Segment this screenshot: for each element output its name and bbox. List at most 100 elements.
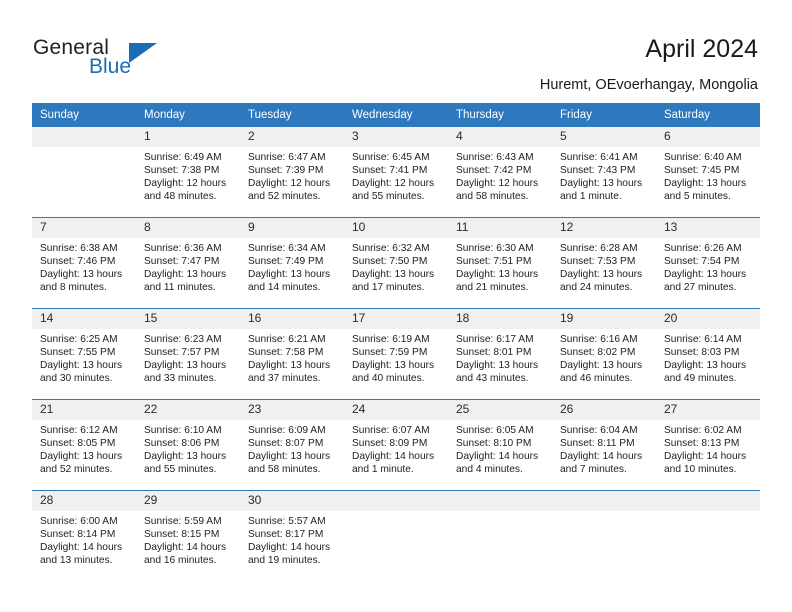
calendar-day-cell[interactable]: 4 Sunrise: 6:43 AM Sunset: 7:42 PM Daylight… [448,126,552,218]
sunset-time: Sunset: 7:47 PM [144,256,220,268]
day-number: 2 [240,127,344,147]
day-number [32,127,136,147]
daylight-duration: and 5 minutes. [664,191,731,203]
calendar-day-cell[interactable]: 27 Sunrise: 6:02 AM Sunset: 8:13 PM Dayligh… [656,399,760,491]
daylight-duration: Daylight: 14 hours [248,542,331,554]
day-number: 29 [136,491,240,511]
calendar-day-cell[interactable]: 21 Sunrise: 6:12 AM Sunset: 8:05 PM Dayligh… [32,399,136,491]
daylight-duration: and 55 minutes. [144,464,217,476]
sunset-time: Sunset: 7:53 PM [560,256,636,268]
daylight-duration: and 21 minutes. [456,282,529,294]
calendar-day-cell[interactable]: 14 Sunrise: 6:25 AM Sunset: 7:55 PM Dayligh… [32,308,136,400]
sunset-time: Sunset: 8:07 PM [248,438,324,450]
calendar-empty-cell [656,490,760,581]
day-number [448,491,552,511]
day-sun-info: Sunrise: 6:34 AM Sunset: 7:49 PM Daylight:… [240,238,344,294]
daylight-duration: and 58 minutes. [456,191,529,203]
calendar-day-cell[interactable]: 20 Sunrise: 6:14 AM Sunset: 8:03 PM Dayligh… [656,308,760,400]
calendar-day-cell[interactable]: 10 Sunrise: 6:32 AM Sunset: 7:50 PM Dayligh… [344,217,448,309]
calendar-day-cell[interactable]: 28 Sunrise: 6:00 AM Sunset: 8:14 PM Dayligh… [32,490,136,581]
daylight-duration: and 1 minute. [560,191,622,203]
daylight-duration: Daylight: 14 hours [664,451,747,463]
day-sun-info: Sunrise: 6:32 AM Sunset: 7:50 PM Daylight:… [344,238,448,294]
calendar-day-cell[interactable]: 3 Sunrise: 6:45 AM Sunset: 7:41 PM Daylight… [344,126,448,218]
sunrise-time: Sunrise: 6:38 AM [40,243,118,254]
calendar-day-cell[interactable]: 12 Sunrise: 6:28 AM Sunset: 7:53 PM Dayligh… [552,217,656,309]
day-sun-info: Sunrise: 6:28 AM Sunset: 7:53 PM Daylight:… [552,238,656,294]
day-number: 6 [656,127,760,147]
sunset-time: Sunset: 8:11 PM [560,438,635,450]
sunrise-time: Sunrise: 6:43 AM [456,152,534,163]
daylight-duration: Daylight: 12 hours [248,178,331,190]
day-sun-info: Sunrise: 6:30 AM Sunset: 7:51 PM Daylight:… [448,238,552,294]
day-number: 26 [552,400,656,420]
day-sun-info: Sunrise: 6:36 AM Sunset: 7:47 PM Daylight:… [136,238,240,294]
calendar-day-cell[interactable]: 29 Sunrise: 5:59 AM Sunset: 8:15 PM Dayligh… [136,490,240,581]
daylight-duration: and 52 minutes. [40,464,113,476]
day-number: 22 [136,400,240,420]
day-sun-info: Sunrise: 6:43 AM Sunset: 7:42 PM Daylight:… [448,147,552,203]
daylight-duration: Daylight: 13 hours [664,360,747,372]
daylight-duration: Daylight: 13 hours [144,360,227,372]
calendar-day-cell[interactable]: 15 Sunrise: 6:23 AM Sunset: 7:57 PM Dayligh… [136,308,240,400]
sunset-time: Sunset: 7:45 PM [664,165,740,177]
calendar-day-cell[interactable]: 7 Sunrise: 6:38 AM Sunset: 7:46 PM Daylight… [32,217,136,309]
calendar-day-cell[interactable]: 22 Sunrise: 6:10 AM Sunset: 8:06 PM Dayligh… [136,399,240,491]
calendar-day-cell[interactable]: 8 Sunrise: 6:36 AM Sunset: 7:47 PM Daylight… [136,217,240,309]
calendar-empty-cell [448,490,552,581]
day-sun-info: Sunrise: 6:16 AM Sunset: 8:02 PM Daylight:… [552,329,656,385]
calendar-day-cell[interactable]: 24 Sunrise: 6:07 AM Sunset: 8:09 PM Dayligh… [344,399,448,491]
sunset-time: Sunset: 8:02 PM [560,347,636,359]
day-sun-info: Sunrise: 6:45 AM Sunset: 7:41 PM Daylight:… [344,147,448,203]
day-number: 27 [656,400,760,420]
calendar-day-cell[interactable]: 25 Sunrise: 6:05 AM Sunset: 8:10 PM Dayligh… [448,399,552,491]
sunrise-time: Sunrise: 6:36 AM [144,243,222,254]
day-sun-info: Sunrise: 6:09 AM Sunset: 8:07 PM Daylight:… [240,420,344,476]
calendar-header-row: Sunday Monday Tuesday Wednesday Thursday Frid… [32,103,760,127]
calendar-day-cell[interactable]: 18 Sunrise: 6:17 AM Sunset: 8:01 PM Dayligh… [448,308,552,400]
daylight-duration: Daylight: 13 hours [144,269,227,281]
calendar-day-cell[interactable]: 23 Sunrise: 6:09 AM Sunset: 8:07 PM Dayligh… [240,399,344,491]
day-sun-info: Sunrise: 6:04 AM Sunset: 8:11 PM Daylight:… [552,420,656,476]
sunset-time: Sunset: 7:55 PM [40,347,116,359]
day-number: 3 [344,127,448,147]
daylight-duration: Daylight: 13 hours [664,269,747,281]
calendar-day-cell[interactable]: 2 Sunrise: 6:47 AM Sunset: 7:39 PM Daylight… [240,126,344,218]
calendar-day-cell[interactable]: 9 Sunrise: 6:34 AM Sunset: 7:49 PM Daylight… [240,217,344,309]
calendar-day-cell[interactable]: 11 Sunrise: 6:30 AM Sunset: 7:51 PM Dayligh… [448,217,552,309]
sunset-time: Sunset: 7:50 PM [352,256,428,268]
calendar-day-cell[interactable]: 17 Sunrise: 6:19 AM Sunset: 7:59 PM Dayligh… [344,308,448,400]
calendar-day-cell[interactable]: 1 Sunrise: 6:49 AM Sunset: 7:38 PM Daylight… [136,126,240,218]
sunrise-time: Sunrise: 6:04 AM [560,425,638,436]
sunset-time: Sunset: 8:10 PM [456,438,532,450]
day-sun-info: Sunrise: 6:47 AM Sunset: 7:39 PM Daylight:… [240,147,344,203]
daylight-duration: and 30 minutes. [40,373,113,385]
day-number: 1 [136,127,240,147]
calendar-day-cell[interactable]: 19 Sunrise: 6:16 AM Sunset: 8:02 PM Dayligh… [552,308,656,400]
sunrise-time: Sunrise: 5:57 AM [248,516,326,527]
calendar-grid: Sunday Monday Tuesday Wednesday Thursday Frid… [32,103,760,581]
calendar-body: 1 Sunrise: 6:49 AM Sunset: 7:38 PM Daylight… [32,126,760,581]
daylight-duration: and 33 minutes. [144,373,217,385]
calendar-page: General Blue April 2024 Huremt, OEvoerha… [0,0,792,612]
day-sun-info: Sunrise: 6:14 AM Sunset: 8:03 PM Daylight:… [656,329,760,385]
daylight-duration: Daylight: 14 hours [352,451,435,463]
daylight-duration: and 52 minutes. [248,191,321,203]
sunrise-time: Sunrise: 6:30 AM [456,243,534,254]
calendar-day-cell[interactable]: 26 Sunrise: 6:04 AM Sunset: 8:11 PM Dayligh… [552,399,656,491]
day-number: 23 [240,400,344,420]
day-number: 10 [344,218,448,238]
calendar-day-cell[interactable]: 13 Sunrise: 6:26 AM Sunset: 7:54 PM Dayligh… [656,217,760,309]
calendar-day-cell[interactable]: 6 Sunrise: 6:40 AM Sunset: 7:45 PM Daylight… [656,126,760,218]
day-number: 20 [656,309,760,329]
calendar-empty-cell [344,490,448,581]
calendar-day-cell[interactable]: 16 Sunrise: 6:21 AM Sunset: 7:58 PM Dayligh… [240,308,344,400]
calendar-day-cell[interactable]: 30 Sunrise: 5:57 AM Sunset: 8:17 PM Dayligh… [240,490,344,581]
daylight-duration: and 1 minute. [352,464,414,476]
sunset-time: Sunset: 7:43 PM [560,165,636,177]
calendar-day-cell[interactable]: 5 Sunrise: 6:41 AM Sunset: 7:43 PM Daylight… [552,126,656,218]
day-sun-info: Sunrise: 6:05 AM Sunset: 8:10 PM Daylight:… [448,420,552,476]
day-number: 19 [552,309,656,329]
sunset-time: Sunset: 8:13 PM [664,438,740,450]
day-sun-info: Sunrise: 6:10 AM Sunset: 8:06 PM Daylight:… [136,420,240,476]
